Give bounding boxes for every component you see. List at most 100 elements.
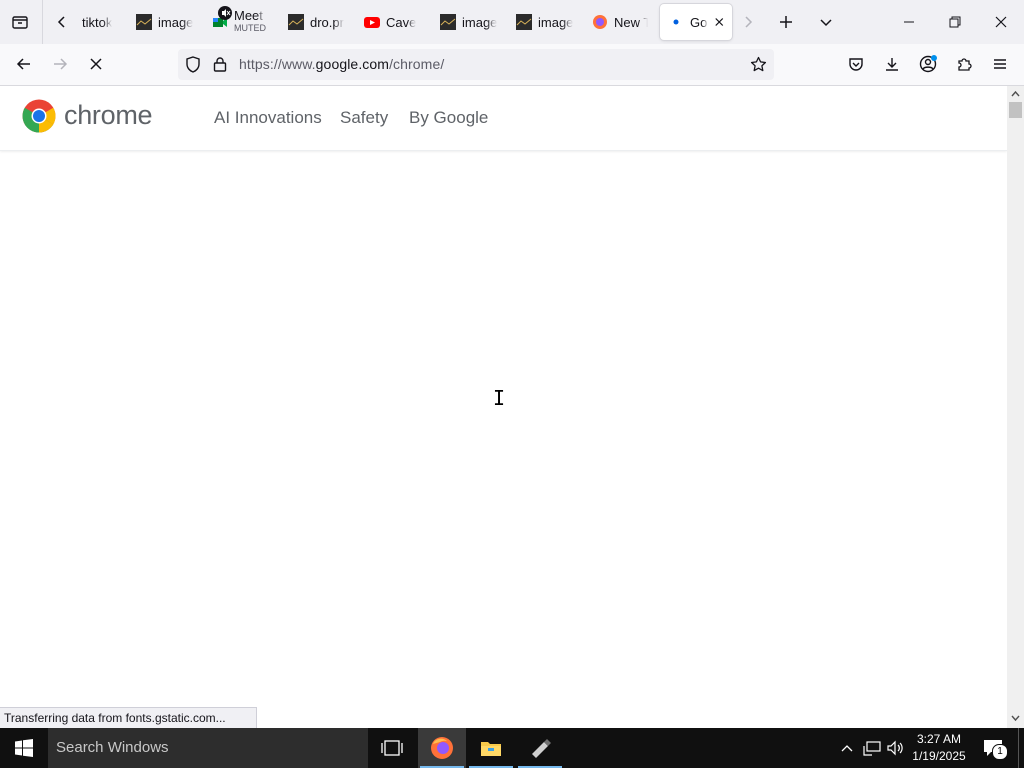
folder-icon — [481, 742, 501, 756]
url-text: https://www.google.com/chrome/ — [239, 56, 444, 72]
tab-manager-button[interactable] — [4, 6, 36, 38]
tab-title: Cave — [386, 14, 417, 30]
pocket-icon — [849, 58, 863, 71]
app-menu-button[interactable] — [984, 48, 1016, 80]
action-center-button[interactable]: 1 — [978, 728, 1008, 768]
tab-title: tiktok — [82, 14, 113, 30]
taskbar-firefox[interactable] — [418, 728, 466, 768]
start-button[interactable] — [0, 728, 48, 768]
download-icon — [886, 58, 898, 71]
chevron-down-icon — [820, 19, 832, 27]
tab-title: dro.pr — [310, 14, 344, 30]
tab-meet[interactable]: Meet MUTED — [212, 4, 268, 40]
url-bar[interactable]: https://www.google.com/chrome/ — [178, 49, 774, 80]
loading-favicon-icon — [668, 14, 684, 30]
image-favicon-icon — [136, 14, 152, 30]
nav-link-ai-innovations[interactable]: AI Innovations — [214, 108, 322, 128]
stop-loading-button[interactable] — [80, 48, 112, 80]
close-icon — [995, 16, 1007, 28]
lock-icon[interactable] — [213, 56, 227, 72]
tab-image-1[interactable]: image — [136, 4, 194, 40]
show-desktop-button[interactable] — [1018, 728, 1024, 768]
tab-image-2[interactable]: image — [440, 4, 498, 40]
account-icon — [919, 55, 937, 73]
taskbar-clock[interactable]: 3:27 AM 1/19/2025 — [906, 731, 972, 765]
tab-separator — [42, 0, 43, 44]
clock-date: 1/19/2025 — [912, 749, 966, 763]
taskbar-search-box[interactable]: Search Windows — [48, 728, 368, 768]
close-window-button[interactable] — [978, 0, 1024, 44]
tab-image-3[interactable]: image — [516, 4, 574, 40]
nav-link-by-google[interactable]: By Google — [409, 108, 488, 128]
plus-icon — [780, 16, 792, 28]
nav-link-safety[interactable]: Safety — [340, 108, 388, 128]
url-prefix: https://www. — [239, 56, 316, 72]
tab-title: image — [538, 14, 574, 30]
muted-speaker-icon[interactable] — [218, 6, 232, 20]
restore-button[interactable] — [932, 0, 978, 44]
chrome-logo-icon[interactable] — [21, 98, 57, 134]
back-button[interactable] — [8, 48, 40, 80]
tab-title: New T — [614, 14, 648, 30]
task-view-button[interactable] — [368, 728, 416, 768]
hamburger-icon — [994, 59, 1006, 69]
chevron-up-icon — [841, 745, 853, 752]
tab-title: image — [158, 14, 194, 30]
url-path: /chrome/ — [389, 56, 445, 72]
speaker-icon — [887, 740, 903, 756]
minimize-button[interactable] — [886, 0, 932, 44]
list-all-tabs-button[interactable] — [810, 6, 842, 38]
tab-new-tab[interactable]: New T — [592, 4, 648, 40]
scroll-up-icon[interactable] — [1011, 89, 1020, 98]
status-panel: Transferring data from fonts.gstatic.com… — [0, 707, 257, 728]
tab-google-active[interactable]: Go — [660, 4, 732, 40]
url-domain: google.com — [315, 56, 390, 72]
pocket-button[interactable] — [840, 48, 872, 80]
arrow-left-icon — [16, 58, 30, 70]
navigation-toolbar: https://www.google.com/chrome/ — [0, 44, 1024, 86]
scroll-down-icon[interactable] — [1011, 714, 1020, 723]
shield-icon[interactable] — [185, 56, 201, 73]
image-favicon-icon — [288, 14, 304, 30]
extensions-button[interactable] — [948, 48, 980, 80]
tab-strip: tiktok image Meet MUTED dro.pr Cave imag… — [0, 0, 1024, 44]
notification-count-badge: 1 — [992, 744, 1008, 760]
tab-tiktok[interactable]: tiktok — [82, 4, 120, 40]
network-icon — [863, 741, 881, 756]
show-hidden-icons-button[interactable] — [836, 728, 858, 768]
scroll-tabs-left-button[interactable] — [46, 6, 78, 38]
vertical-scrollbar[interactable] — [1007, 86, 1024, 728]
youtube-favicon-icon — [364, 14, 380, 30]
taskbar-file-explorer[interactable] — [467, 728, 515, 768]
tab-title: Meet — [234, 10, 263, 22]
tab-dro[interactable]: dro.pr — [288, 4, 346, 40]
brand-wordmark[interactable]: chrome — [64, 100, 153, 131]
scroll-tabs-right-button[interactable] — [732, 6, 764, 38]
taskbar-app-usb[interactable] — [516, 728, 564, 768]
text-cursor-icon: I — [493, 386, 506, 410]
volume-button[interactable] — [884, 728, 908, 768]
firefox-icon — [431, 737, 453, 759]
stop-icon — [90, 58, 102, 70]
account-button[interactable] — [912, 48, 944, 80]
tab-muted-label: MUTED — [234, 23, 266, 33]
tab-manager-icon — [12, 16, 28, 29]
tab-youtube[interactable]: Cave — [364, 4, 420, 40]
close-tab-icon[interactable] — [714, 16, 725, 28]
network-button[interactable] — [860, 728, 884, 768]
firefox-favicon-icon — [592, 14, 608, 30]
scrollbar-thumb[interactable] — [1009, 102, 1022, 118]
image-favicon-icon — [440, 14, 456, 30]
forward-button[interactable] — [44, 48, 76, 80]
arrow-right-icon — [54, 58, 68, 70]
usb-drive-icon — [532, 739, 551, 758]
windows-taskbar: Search Windows 3:27 AM 1/19/2025 1 — [0, 728, 1024, 768]
star-icon[interactable] — [750, 56, 767, 73]
clock-time: 3:27 AM — [916, 732, 962, 746]
windows-logo-icon — [15, 739, 33, 757]
new-tab-button[interactable] — [770, 6, 802, 38]
minimize-icon — [904, 21, 914, 23]
puzzle-icon — [958, 58, 972, 71]
downloads-button[interactable] — [876, 48, 908, 80]
tab-title: image — [462, 14, 498, 30]
